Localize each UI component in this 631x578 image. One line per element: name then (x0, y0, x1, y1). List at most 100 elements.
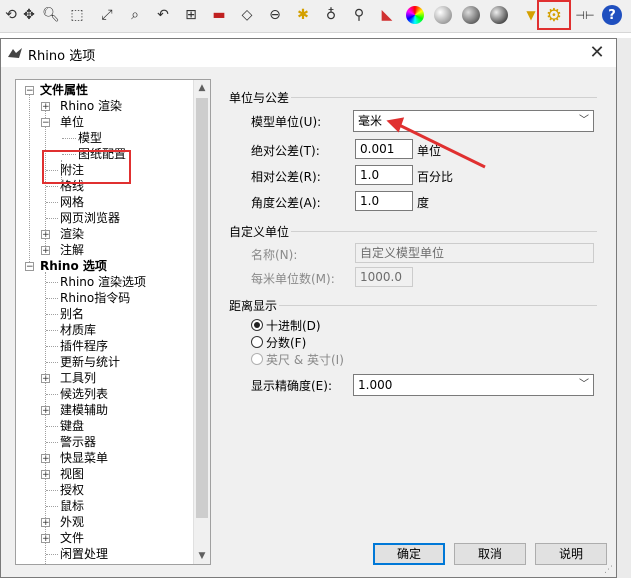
tree-item-rhino-render[interactable]: Rhino 渲染 (60, 98, 122, 114)
scroll-thumb[interactable] (196, 98, 208, 518)
precision-label: 显示精确度(E): (251, 379, 332, 393)
tree-line (46, 394, 58, 395)
tree-line (46, 490, 58, 491)
tree-item-rhino-render-options[interactable]: Rhino 渲染选项 (60, 274, 146, 290)
tree-item-units[interactable]: 单位 (60, 114, 84, 130)
expander-plus[interactable]: + (41, 246, 50, 256)
expander-plus[interactable]: + (41, 454, 50, 464)
sphere-dark-icon[interactable] (490, 6, 508, 24)
light-icon[interactable]: ✱ (292, 4, 314, 26)
zoom-selected-icon[interactable]: ⌕ (124, 4, 146, 26)
cancel-button[interactable]: 取消 (454, 543, 526, 565)
tree-item-rhino-options[interactable]: Rhino 选项 (40, 258, 107, 274)
tree-line (46, 330, 58, 331)
ok-button[interactable]: 确定 (373, 543, 445, 565)
decimal-radio[interactable] (251, 319, 263, 331)
abs-tol-label: 绝对公差(T): (251, 144, 320, 158)
tree-line (46, 346, 58, 347)
tree-item-libraries[interactable]: 材质库 (60, 322, 96, 338)
section-divider (291, 97, 597, 98)
close-button[interactable]: ✕ (586, 42, 608, 64)
dialog-titlebar[interactable]: Rhino 选项 ✕ (1, 39, 616, 67)
paint-icon[interactable]: ⚲ (348, 4, 370, 26)
ang-tol-input[interactable]: 1.0 (355, 191, 413, 211)
tree-item-updates[interactable]: 更新与统计 (60, 354, 120, 370)
main-toolbar: ⟲ ✥ 🔍︎ ⬚ ⤢ ⌕ ↶ ⊞ ▬ ◇ ⊖ ✱ ♁ ⚲ ◣ ▼ ⚙ ⊣⊢ ? (0, 0, 631, 33)
viewport-edge (617, 38, 631, 578)
tree-item-appearance[interactable]: 外观 (60, 514, 84, 530)
tree-item-keyboard[interactable]: 键盘 (60, 418, 84, 434)
feet-inches-label[interactable]: 英尺 & 英寸(I) (266, 351, 344, 368)
expander-plus[interactable]: + (41, 230, 50, 240)
feet-inches-radio[interactable] (251, 353, 263, 365)
expander-minus[interactable]: − (41, 118, 50, 128)
zoom-extents-icon[interactable]: ⤢ (96, 4, 118, 26)
sphere-shaded-icon[interactable] (462, 6, 480, 24)
help-icon[interactable]: ? (602, 5, 622, 25)
layout-icon[interactable]: ⊣⊢ (574, 4, 596, 26)
expander-plus[interactable]: + (41, 102, 50, 112)
light-bulb-icon[interactable]: ♁ (320, 4, 342, 26)
expander-plus[interactable]: + (41, 534, 50, 544)
dimension-icon[interactable]: ⊖ (264, 4, 286, 26)
tree-item-rhino-script[interactable]: Rhino指令码 (60, 290, 130, 306)
dialog-title: Rhino 选项 (28, 49, 96, 64)
options-tree[interactable]: − 文件属性 + Rhino 渲染 − 单位 模型 图纸配置 附注 格线 网格 … (15, 79, 211, 565)
tree-item-idle[interactable]: 闲置处理 (60, 546, 108, 562)
fractional-label[interactable]: 分数(F) (266, 334, 306, 351)
tree-line (46, 218, 58, 219)
tree-line (46, 442, 58, 443)
section-divider (279, 305, 597, 306)
sphere-gray-icon[interactable] (434, 6, 452, 24)
tree-item-doc-props[interactable]: 文件属性 (40, 82, 88, 98)
precision-select[interactable]: 1.000 ﹀ (353, 374, 594, 396)
tree-item-modeling-aids[interactable]: 建模辅助 (60, 402, 108, 418)
grid-icon[interactable]: ◇ (236, 4, 258, 26)
tree-item-aliases[interactable]: 别名 (60, 306, 84, 322)
tree-item-plugins[interactable]: 插件程序 (60, 338, 108, 354)
expander-plus[interactable]: + (41, 374, 50, 384)
pen-icon[interactable]: ◣ (376, 4, 398, 26)
resize-grip-icon[interactable]: ⋰ (604, 565, 614, 575)
tree-item-licenses[interactable]: 授权 (60, 482, 84, 498)
tree-item-model[interactable]: 模型 (78, 130, 102, 146)
four-viewports-icon[interactable]: ⊞ (180, 4, 202, 26)
tree-item-toolbars[interactable]: 工具列 (60, 370, 96, 386)
expander-minus[interactable]: − (25, 86, 34, 96)
chevron-down-icon: ﹀ (579, 379, 589, 390)
tree-item-render[interactable]: 渲染 (60, 226, 84, 242)
car-icon[interactable]: ▬ (208, 4, 230, 26)
expander-plus[interactable]: + (41, 470, 50, 480)
zoom-window-icon[interactable]: ⬚ (66, 4, 88, 26)
precision-value: 1.000 (358, 378, 393, 392)
zoom-icon[interactable]: 🔍︎ (40, 4, 62, 26)
tree-item-popup-menu[interactable]: 快显菜单 (60, 450, 108, 466)
tree-item-web-browser[interactable]: 网页浏览器 (60, 210, 120, 226)
tree-item-selection-menu[interactable]: 候选列表 (60, 386, 108, 402)
pan-icon[interactable]: ✥ (18, 4, 40, 26)
units-section-title: 单位与公差 (229, 91, 290, 105)
tree-item-mesh[interactable]: 网格 (60, 194, 84, 210)
tree-item-annotation[interactable]: 注解 (60, 242, 84, 258)
scroll-down-icon[interactable]: ▼ (194, 548, 210, 564)
help-button[interactable]: 说明 (535, 543, 607, 565)
tree-line (62, 138, 76, 139)
custom-units-section-title: 自定义单位 (229, 225, 290, 239)
tree-item-view[interactable]: 视图 (60, 466, 84, 482)
decimal-label[interactable]: 十进制(D) (266, 317, 321, 334)
rhino-options-dialog: Rhino 选项 ✕ − 文件属性 + Rhino 渲染 − 单位 模型 图纸配… (0, 38, 617, 578)
expander-plus[interactable]: + (41, 406, 50, 416)
per-meter-input[interactable]: 1000.0 (355, 267, 413, 287)
tree-item-mouse[interactable]: 鼠标 (60, 498, 84, 514)
tree-scrollbar[interactable]: ▲ ▼ (193, 80, 210, 564)
undo-view-icon[interactable]: ↶ (152, 4, 174, 26)
scroll-up-icon[interactable]: ▲ (194, 80, 210, 96)
tree-item-files[interactable]: 文件 (60, 530, 84, 546)
custom-name-input[interactable]: 自定义模型单位 (355, 243, 594, 263)
tree-item-alerter[interactable]: 警示器 (60, 434, 96, 450)
tree-line (29, 94, 30, 264)
color-wheel-icon[interactable] (406, 6, 424, 24)
fractional-radio[interactable] (251, 336, 263, 348)
expander-minus[interactable]: − (25, 262, 34, 272)
expander-plus[interactable]: + (41, 518, 50, 528)
